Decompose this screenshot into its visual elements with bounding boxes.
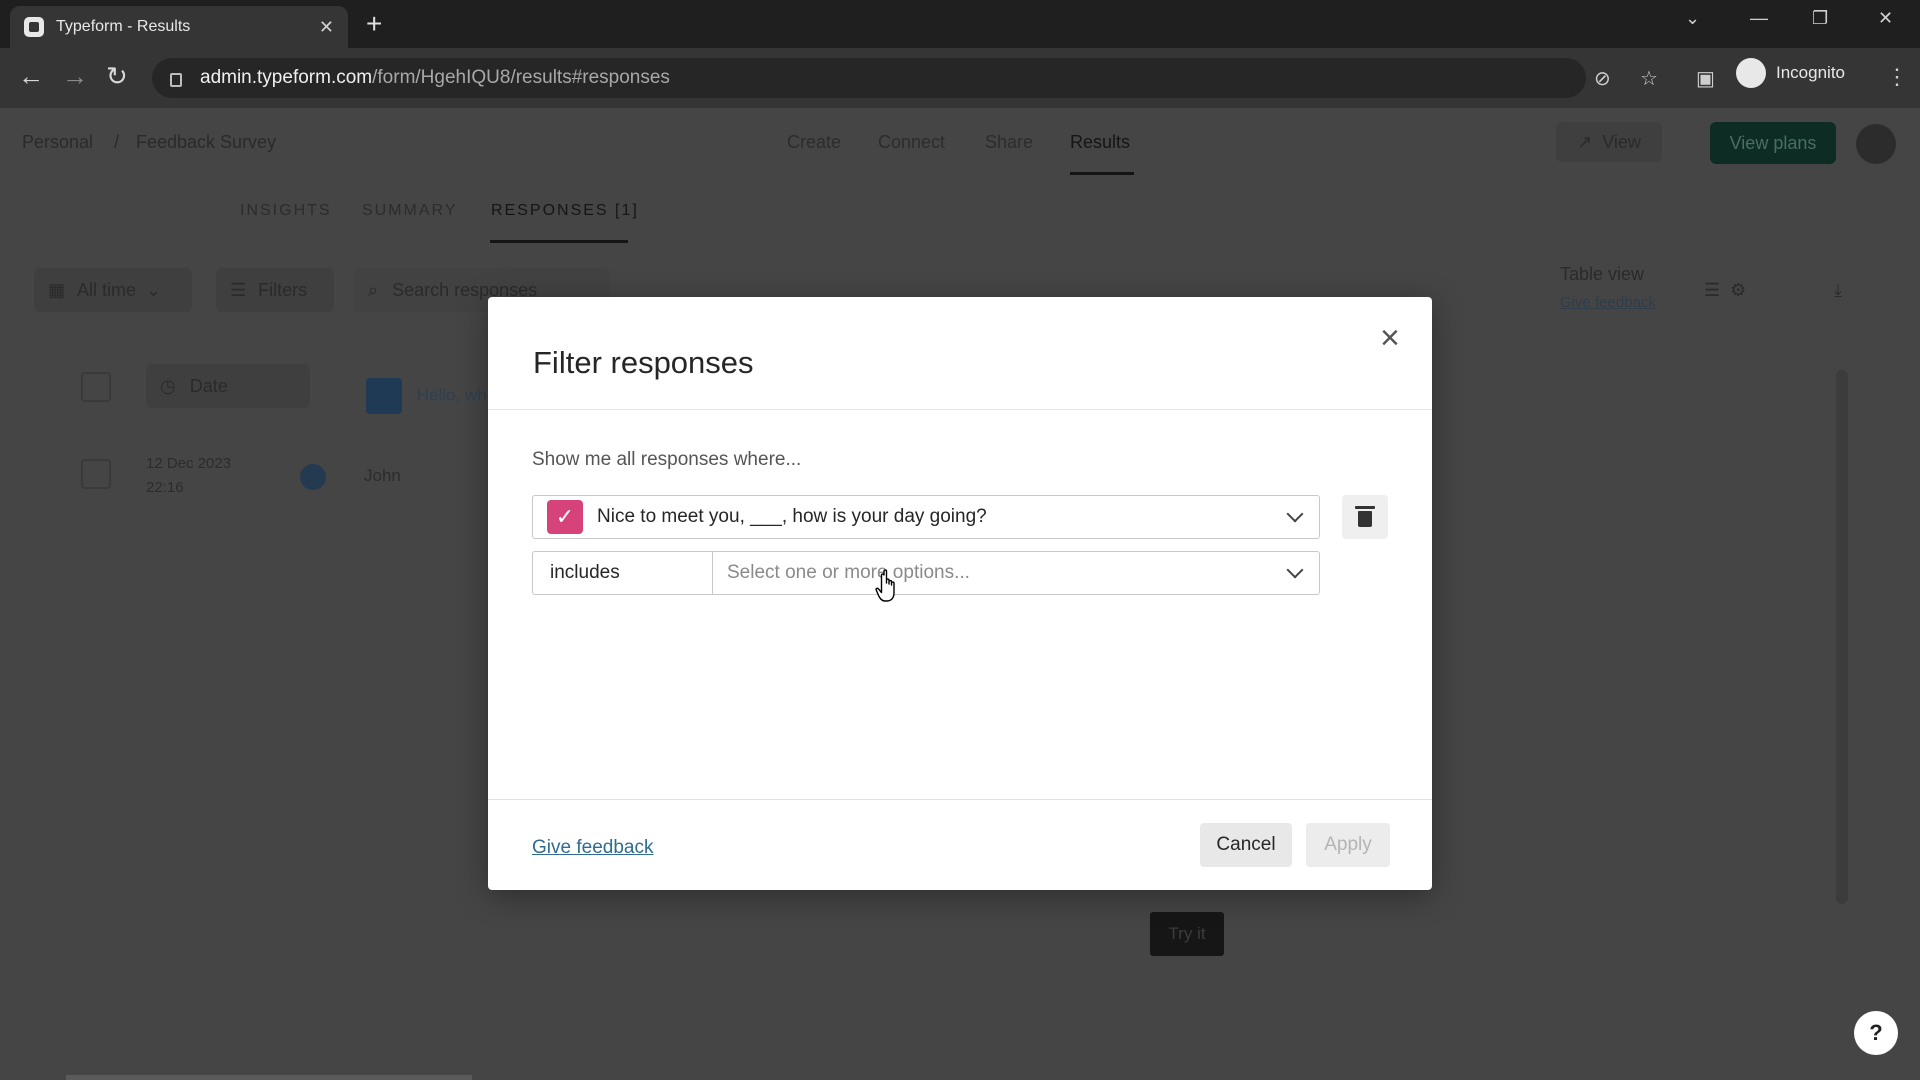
horizontal-scrollbar[interactable]: [66, 1075, 472, 1080]
tab-summary[interactable]: SUMMARY: [362, 202, 458, 220]
browser-tab[interactable]: Typeform - Results ✕: [10, 6, 348, 48]
nav-create[interactable]: Create: [787, 132, 841, 153]
delete-condition-button[interactable]: [1342, 495, 1388, 539]
typeform-favicon-icon: [24, 17, 44, 37]
breadcrumb-separator: /: [114, 132, 120, 152]
view-label: View: [1602, 131, 1641, 152]
nav-results[interactable]: Results: [1070, 132, 1130, 153]
filters-label: Filters: [258, 279, 308, 300]
subtab-active-indicator: [490, 240, 628, 243]
close-tab-icon[interactable]: ✕: [319, 17, 334, 38]
back-icon[interactable]: ←: [18, 62, 44, 90]
chevron-down-icon: [1286, 505, 1304, 523]
url-path: /form/HgehIQU8/results#responses: [372, 67, 670, 88]
filter-icon: ☰: [230, 279, 247, 300]
download-icon[interactable]: ⤓: [1834, 268, 1874, 312]
nav-connect[interactable]: Connect: [878, 132, 945, 153]
time-range-label: All time: [77, 279, 137, 300]
incognito-label: Incognito: [1776, 63, 1845, 82]
view-plans-button[interactable]: View plans: [1710, 122, 1836, 164]
lock-icon: [170, 73, 182, 87]
chevron-down-icon: [1286, 561, 1304, 579]
chevron-down-icon: ⌄: [146, 279, 162, 300]
url-domain: admin.typeform.com: [200, 67, 373, 88]
browser-menu-icon[interactable]: ⋮: [1886, 64, 1908, 90]
question-column-header[interactable]: Hello, wh: [366, 378, 487, 414]
table-scrollbar[interactable]: [1836, 370, 1848, 904]
clock-icon: ◷: [160, 375, 176, 396]
date-column-header[interactable]: ◷ Date: [146, 364, 310, 408]
nav-share[interactable]: Share: [985, 132, 1033, 153]
tab-responses[interactable]: RESPONSES [1]: [491, 202, 639, 220]
breadcrumb-workspace[interactable]: Personal: [22, 132, 93, 153]
options-select[interactable]: Select one or more options...: [712, 551, 1320, 595]
address-bar[interactable]: admin.typeform.com/form/HgehIQU8/results…: [152, 58, 1586, 98]
forward-icon[interactable]: →: [62, 62, 88, 90]
view-toggle[interactable]: ☰ ⚙: [1704, 268, 1794, 312]
dialog-title: Filter responses: [533, 345, 754, 380]
minimize-icon[interactable]: —: [1750, 8, 1768, 29]
new-tab-icon[interactable]: +: [366, 8, 382, 40]
tab-search-icon[interactable]: ⌄: [1685, 8, 1700, 29]
give-feedback-link-bg[interactable]: Give feedback: [1560, 294, 1656, 311]
row-avatar: [300, 464, 326, 490]
operator-select[interactable]: includes: [532, 551, 712, 595]
search-icon: ⌕: [368, 279, 379, 300]
trash-icon: [1355, 506, 1375, 527]
divider: [488, 409, 1432, 410]
question-header-label: Hello, wh: [416, 385, 487, 405]
calendar-icon: ▦: [48, 279, 66, 300]
browser-tab-strip: Typeform - Results ✕ + ⌄ — ❐ ✕: [0, 0, 1920, 48]
breadcrumb-form[interactable]: Feedback Survey: [136, 132, 276, 153]
incognito-indicator[interactable]: Incognito: [1736, 56, 1845, 90]
question-select[interactable]: ✓ Nice to meet you, ___, how is your day…: [532, 495, 1320, 539]
filter-responses-dialog: Filter responses × Show me all responses…: [488, 297, 1432, 890]
nav-active-indicator: [1070, 172, 1134, 175]
view-form-button[interactable]: ↗ View: [1556, 122, 1662, 162]
row-time: 22:16: [146, 479, 184, 496]
date-header-label: Date: [189, 375, 228, 396]
close-icon[interactable]: ×: [1380, 321, 1400, 355]
options-placeholder: Select one or more options...: [727, 562, 970, 583]
browser-toolbar: ← → ↻ admin.typeform.com/form/HgehIQU8/r…: [0, 48, 1920, 108]
filters-button[interactable]: ☰ Filters: [216, 268, 334, 312]
incognito-icon: [1736, 58, 1766, 88]
filter-prompt: Show me all responses where...: [532, 449, 802, 470]
question-label: Nice to meet you, ___, how is your day g…: [597, 506, 987, 527]
settings-icon[interactable]: ⚙: [1730, 280, 1746, 301]
checkbox-question-icon: ✓: [547, 500, 583, 534]
close-window-icon[interactable]: ✕: [1878, 8, 1893, 29]
external-link-icon: ↗: [1577, 131, 1593, 152]
try-it-button[interactable]: Try it: [1150, 912, 1224, 956]
restore-icon[interactable]: ❐: [1812, 8, 1828, 29]
reload-icon[interactable]: ↻: [106, 62, 128, 90]
tracking-protection-icon[interactable]: ⊘: [1594, 66, 1611, 91]
question-type-icon: [366, 378, 402, 414]
bookmark-star-icon[interactable]: ☆: [1640, 66, 1658, 91]
row-name: John: [364, 466, 401, 485]
row-date: 12 Dec 2023: [146, 455, 232, 472]
tab-insights[interactable]: INSIGHTS: [240, 202, 332, 220]
cancel-button[interactable]: Cancel: [1200, 823, 1292, 867]
help-button[interactable]: ?: [1854, 1011, 1898, 1055]
time-range-dropdown[interactable]: ▦ All time ⌄: [34, 268, 192, 312]
divider: [488, 799, 1432, 800]
account-avatar[interactable]: [1856, 124, 1896, 164]
row-checkbox[interactable]: [81, 459, 111, 489]
give-feedback-link[interactable]: Give feedback: [532, 837, 653, 859]
list-view-icon: ☰: [1704, 279, 1721, 300]
side-panel-icon[interactable]: ▣: [1696, 66, 1715, 91]
apply-button[interactable]: Apply: [1306, 823, 1390, 867]
select-all-checkbox[interactable]: [81, 372, 111, 402]
tab-title: Typeform - Results: [56, 18, 191, 35]
hand-cursor-icon: [875, 569, 895, 602]
table-view-label: Table view: [1560, 264, 1645, 284]
